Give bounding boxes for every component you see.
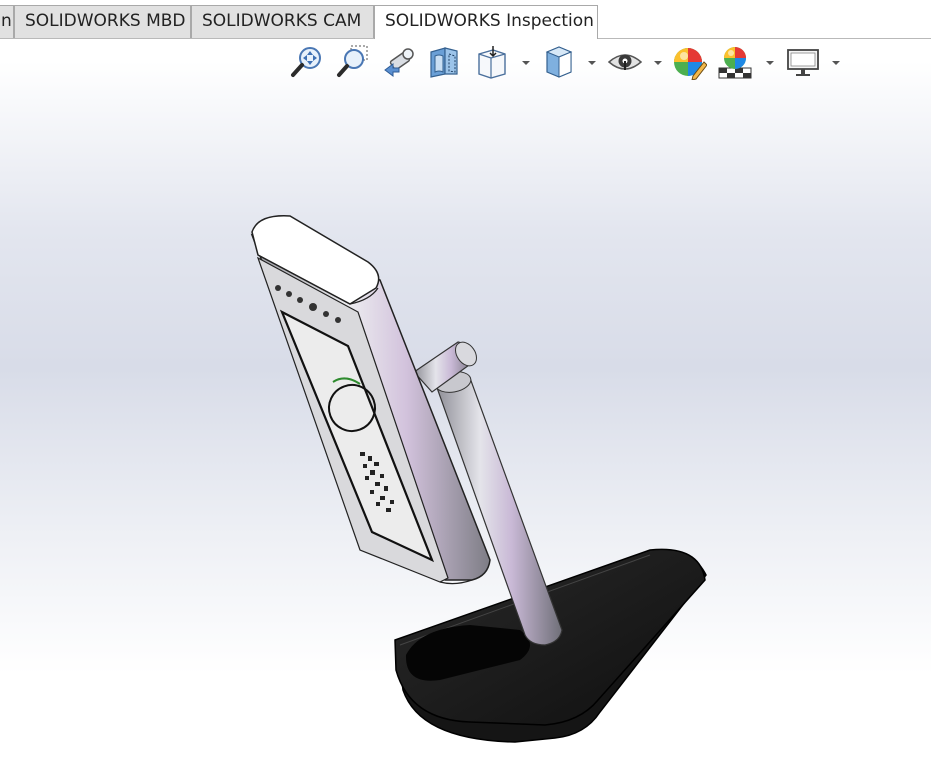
view-orientation-icon[interactable]: [472, 42, 510, 82]
display-style-icon[interactable]: [540, 42, 578, 82]
previous-view-icon[interactable]: [380, 42, 418, 82]
display-style-dropdown-icon[interactable]: [586, 56, 598, 68]
tab-solidworks-inspection[interactable]: SOLIDWORKS Inspection: [374, 5, 598, 39]
graphics-area[interactable]: [0, 84, 931, 766]
tab-solidworks-cam[interactable]: SOLIDWORKS CAM: [191, 5, 374, 38]
apply-scene-dropdown-icon[interactable]: [764, 56, 776, 68]
heads-up-view-toolbar: [288, 42, 848, 84]
view-orientation-dropdown-icon[interactable]: [520, 56, 532, 68]
hide-show-items-icon[interactable]: [606, 42, 644, 82]
command-manager-tabs: n SOLIDWORKS MBD SOLIDWORKS CAM SOLIDWOR…: [0, 0, 931, 40]
zoom-to-fit-icon[interactable]: [288, 42, 326, 82]
zoom-to-area-icon[interactable]: [334, 42, 372, 82]
view-settings-dropdown-icon[interactable]: [830, 56, 842, 68]
view-settings-icon[interactable]: [784, 42, 822, 82]
edit-appearance-icon[interactable]: [670, 42, 708, 82]
tab-solidworks-mbd[interactable]: SOLIDWORKS MBD: [14, 5, 191, 38]
hide-show-items-dropdown-icon[interactable]: [652, 56, 664, 68]
section-view-icon[interactable]: [426, 42, 464, 82]
tab-partial[interactable]: n: [0, 5, 14, 38]
display-stand-model[interactable]: [0, 84, 931, 766]
apply-scene-icon[interactable]: [716, 42, 754, 82]
